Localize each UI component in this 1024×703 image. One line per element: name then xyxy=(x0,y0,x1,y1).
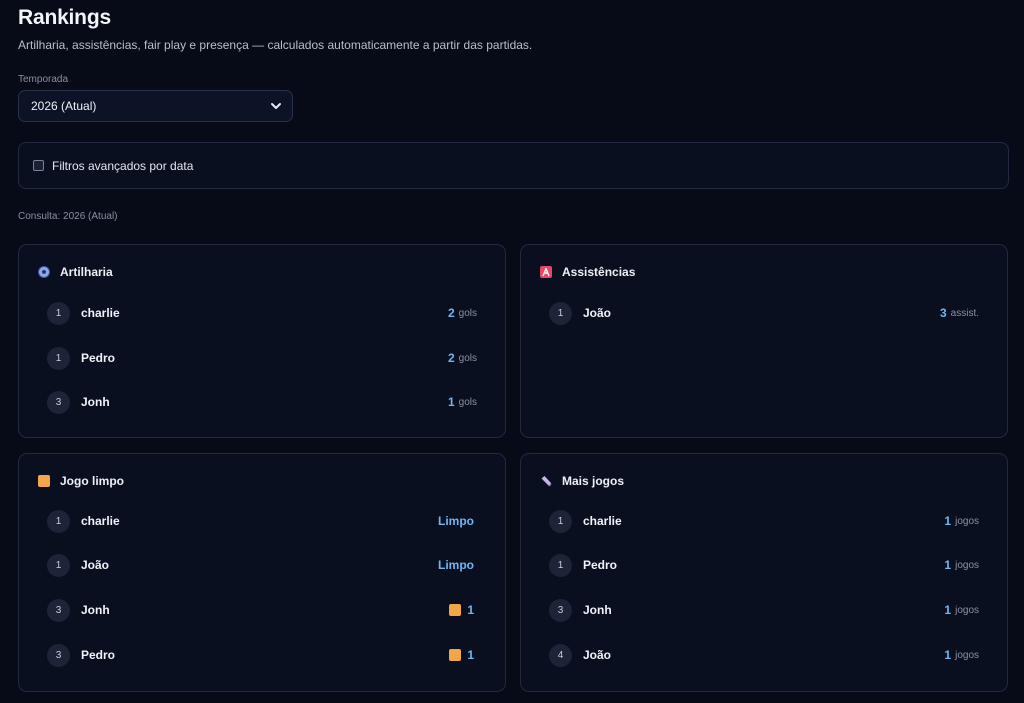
player-name: charlie xyxy=(81,306,120,320)
list-item: 3 Jonh 1 gols xyxy=(47,390,477,414)
page-title: Rankings xyxy=(18,6,111,29)
card-games-header: Mais jogos xyxy=(540,474,624,488)
card-fairplay-title: Jogo limpo xyxy=(60,474,124,488)
list-item: 4 João 1 jogos xyxy=(549,643,979,667)
yellow-card-icon xyxy=(449,604,462,616)
stat-value: 1 xyxy=(944,514,952,528)
card-games: Mais jogos 1 charlie 1 jogos 1 Pedro 1 j… xyxy=(520,453,1008,692)
chevron-down-icon xyxy=(271,103,281,109)
stat-unit: jogos xyxy=(955,649,979,661)
rank-badge: 3 xyxy=(47,598,70,622)
card-fairplay: Jogo limpo 1 charlie Limpo 1 João Limpo … xyxy=(18,453,506,692)
stat-unit: gols xyxy=(458,352,477,364)
player-name: charlie xyxy=(583,514,622,528)
player-name: Jonh xyxy=(81,603,110,617)
player-name: João xyxy=(583,306,612,320)
stat-unit: jogos xyxy=(955,515,979,527)
rank-badge: 1 xyxy=(47,509,70,533)
player-name: Jonh xyxy=(583,603,612,617)
card-scorers-title: Artilharia xyxy=(60,265,113,279)
player-name: charlie xyxy=(81,514,120,528)
soccer-ball-icon xyxy=(38,266,50,278)
rank-badge: 3 xyxy=(549,598,572,622)
player-name: Pedro xyxy=(81,351,116,365)
player-name: Pedro xyxy=(81,648,116,662)
page-subtitle: Artilharia, assistências, fair play e pr… xyxy=(18,38,533,52)
card-assists-header: Assistências xyxy=(540,265,635,279)
card-scorers: Artilharia 1 charlie 2 gols 1 Pedro 2 go… xyxy=(18,244,506,438)
stat-value: 1 xyxy=(944,558,952,572)
stat-value: 1 xyxy=(944,603,952,617)
card-fairplay-header: Jogo limpo xyxy=(38,474,124,488)
list-item: 1 João 3 assist. xyxy=(549,301,979,325)
rank-badge: 1 xyxy=(549,553,572,577)
player-name: Pedro xyxy=(583,558,618,572)
yellow-card-count: 1 xyxy=(467,648,474,662)
rank-badge: 1 xyxy=(549,301,572,325)
yellow-card-icon xyxy=(38,475,50,487)
yellow-card-icon xyxy=(449,649,462,661)
season-label: Temporada xyxy=(18,74,69,85)
fairplay-status: Limpo xyxy=(438,514,474,528)
rank-badge: 1 xyxy=(47,346,70,370)
list-item: 3 Jonh 1 xyxy=(47,598,477,622)
stat-value: 2 xyxy=(447,306,455,320)
stat-value: 1 xyxy=(944,648,952,662)
rank-badge: 1 xyxy=(47,553,70,577)
list-item: 1 charlie 2 gols xyxy=(47,301,477,325)
card-assists: Assistências 1 João 3 assist. xyxy=(520,244,1008,438)
rank-badge: 1 xyxy=(549,509,572,533)
stat-value: 3 xyxy=(939,306,947,320)
rank-badge: 1 xyxy=(47,301,70,325)
card-assists-title: Assistências xyxy=(562,265,636,279)
rank-badge: 4 xyxy=(549,643,572,667)
boot-icon xyxy=(541,476,552,487)
season-select[interactable]: 2026 (Atual) xyxy=(18,90,293,122)
list-item: 1 Pedro 2 gols xyxy=(47,346,477,370)
rankings-page: Rankings Artilharia, assistências, fair … xyxy=(0,0,1024,703)
player-name: João xyxy=(81,558,110,572)
list-item: 1 Pedro 1 jogos xyxy=(549,553,979,577)
list-item: 1 charlie Limpo xyxy=(47,509,477,533)
fairplay-status: Limpo xyxy=(438,558,474,572)
stat-value: 1 xyxy=(447,395,455,409)
advanced-filters-checkbox[interactable] xyxy=(33,160,44,171)
list-item: 3 Jonh 1 jogos xyxy=(549,598,979,622)
advanced-filters-panel: Filtros avançados por data xyxy=(18,142,1009,189)
list-item: 1 charlie 1 jogos xyxy=(549,509,979,533)
player-name: João xyxy=(583,648,612,662)
list-item: 3 Pedro 1 xyxy=(47,643,477,667)
rank-badge: 3 xyxy=(47,643,70,667)
rank-badge: 3 xyxy=(47,390,70,414)
card-games-title: Mais jogos xyxy=(562,474,625,488)
player-name: Jonh xyxy=(81,395,110,409)
stat-unit: assist. xyxy=(950,307,979,319)
query-status: Consulta: 2026 (Atual) xyxy=(18,211,118,222)
stat-value: 2 xyxy=(447,351,455,365)
letter-a-icon xyxy=(540,266,552,278)
season-select-value: 2026 (Atual) xyxy=(31,99,97,113)
stat-unit: jogos xyxy=(955,604,979,616)
yellow-card-count: 1 xyxy=(467,603,474,617)
list-item: 1 João Limpo xyxy=(47,553,477,577)
card-scorers-header: Artilharia xyxy=(38,265,113,279)
stat-unit: gols xyxy=(458,396,477,408)
advanced-filters-label[interactable]: Filtros avançados por data xyxy=(52,159,193,173)
stat-unit: gols xyxy=(458,307,477,319)
stat-unit: jogos xyxy=(955,559,979,571)
